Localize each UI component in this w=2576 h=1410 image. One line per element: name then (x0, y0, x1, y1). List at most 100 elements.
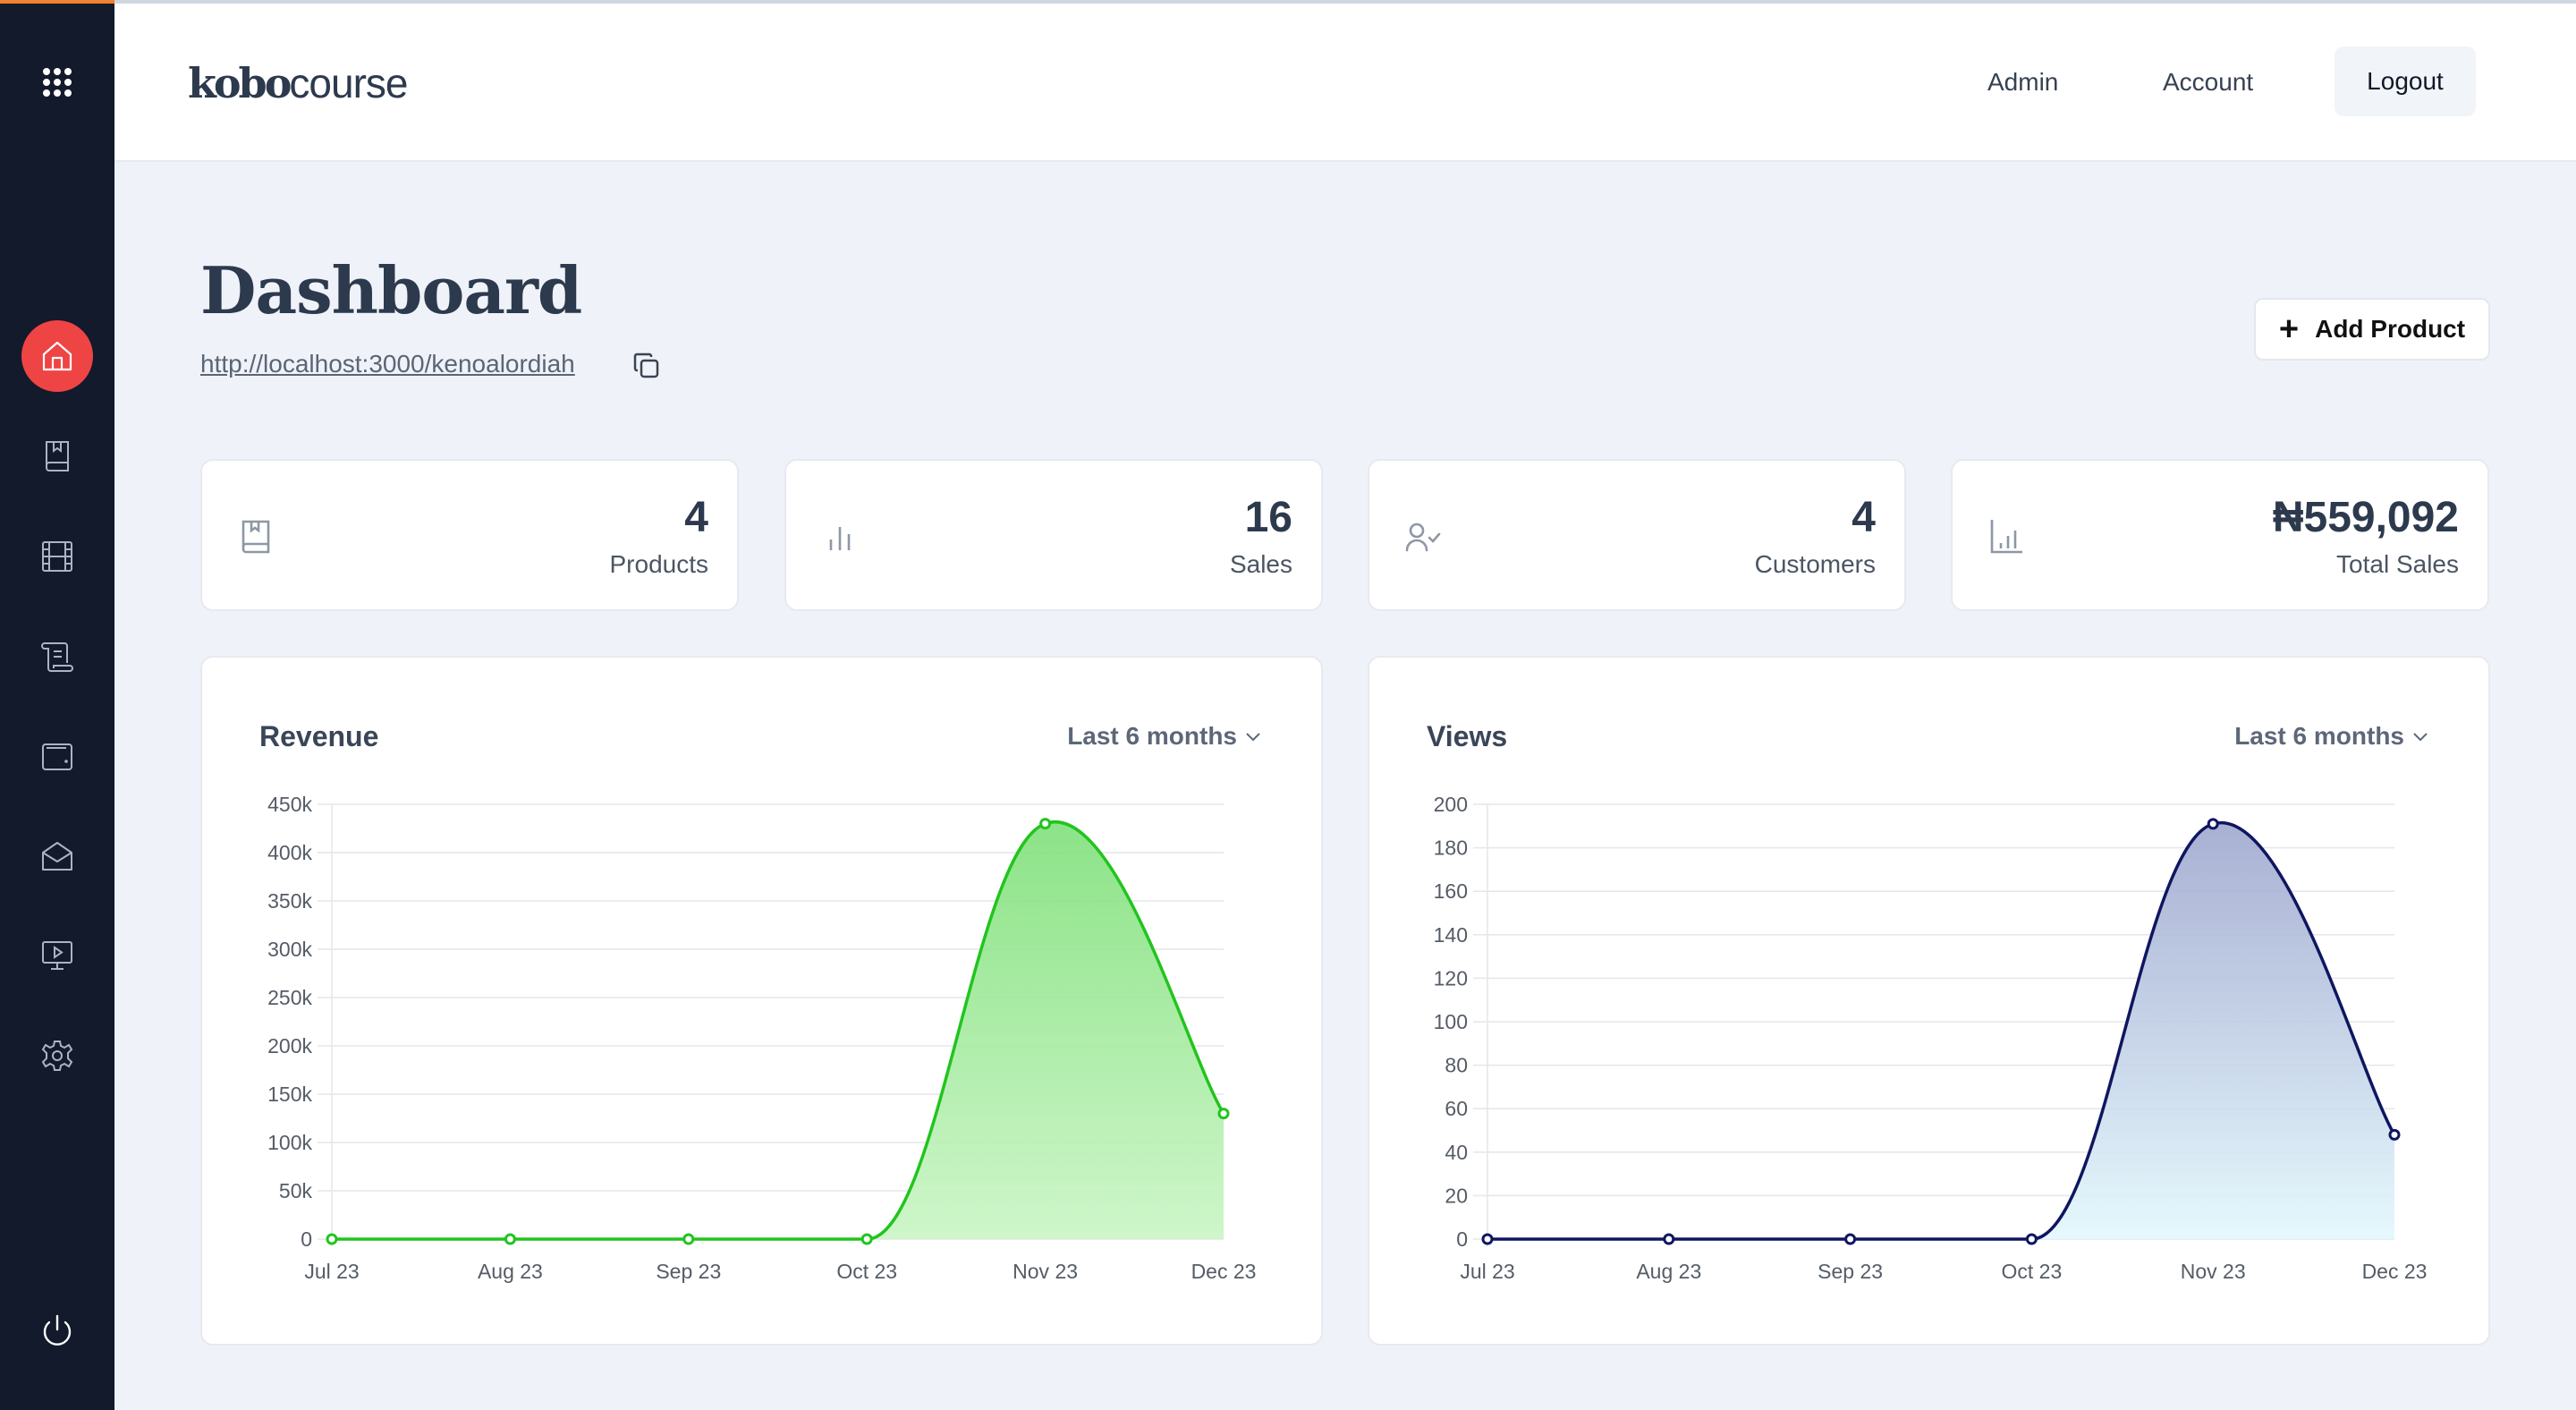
revenue-range-dropdown[interactable]: Last 6 months (1067, 722, 1262, 751)
logout-button[interactable]: Logout (2334, 47, 2476, 116)
grid-icon (43, 68, 72, 97)
y-tick-label: 200k (267, 1034, 312, 1058)
x-tick-label: Dec 23 (1191, 1260, 1257, 1283)
stat-label: Total Sales (2336, 550, 2459, 578)
y-tick-label: 300k (267, 938, 312, 961)
y-tick-label: 60 (1445, 1097, 1468, 1120)
top-header: kobocourse Admin Account Logout (114, 4, 2576, 162)
x-tick-label: Sep 23 (656, 1260, 721, 1283)
y-tick-label: 50k (279, 1179, 313, 1202)
accent-stripe (0, 0, 114, 4)
revenue-chart-card: 0 50k 100k 150k 200k 250k 300k 350k 400k 450k Jul … (200, 656, 1323, 1346)
copy-url-button[interactable] (630, 349, 664, 383)
logo[interactable]: kobocourse (188, 59, 408, 107)
stat-label: Products (609, 550, 709, 578)
chart-title: Views (1427, 720, 1508, 752)
store-url-link[interactable]: http://localhost:3000/kenoalordiah (200, 350, 575, 378)
data-point (682, 1233, 695, 1245)
add-product-button[interactable]: + Add Product (2254, 298, 2490, 361)
x-tick-label: Aug 23 (478, 1260, 543, 1283)
data-point (2388, 1128, 2401, 1141)
x-tick-label: Jul 23 (1460, 1260, 1514, 1283)
y-tick-label: 100 (1434, 1010, 1468, 1033)
data-point (1844, 1233, 1857, 1245)
data-point (1039, 818, 1052, 830)
x-tick-label: Jul 23 (304, 1260, 359, 1283)
sidebar-item-home[interactable] (21, 320, 93, 392)
data-point (326, 1233, 338, 1245)
gear-icon (41, 1041, 73, 1071)
stat-value: 4 (1852, 494, 1876, 541)
y-tick-label: 150k (267, 1083, 312, 1106)
x-tick-label: Nov 23 (1013, 1260, 1078, 1283)
y-tick-label: 140 (1434, 923, 1468, 947)
sidebar (0, 0, 114, 1410)
book-icon (242, 520, 270, 554)
apps-grid-button[interactable] (21, 47, 93, 118)
wallet-icon (42, 743, 72, 770)
y-tick-label: 120 (1434, 966, 1468, 990)
x-tick-label: Oct 23 (836, 1260, 897, 1283)
data-point (504, 1233, 516, 1245)
y-tick-label: 160 (1434, 879, 1468, 903)
y-tick-label: 200 (1434, 793, 1468, 816)
revenue-chart: 0 50k 100k 150k 200k 250k 300k 350k 400k 450k Jul … (267, 793, 1257, 1283)
logo-bold-text: kobo (188, 59, 292, 107)
stat-value: 16 (1244, 494, 1292, 541)
sidebar-item-settings[interactable] (21, 1020, 93, 1091)
stat-card-sales: 16 Sales (784, 459, 1323, 611)
y-tick-label: 250k (267, 986, 312, 1009)
mail-open-icon (42, 842, 72, 871)
nav-admin-link[interactable]: Admin (1987, 68, 2058, 97)
data-point (2025, 1233, 2038, 1245)
page-title: Dashboard (200, 252, 582, 328)
nav-account-link[interactable]: Account (2163, 68, 2253, 97)
sidebar-item-scripts[interactable] (21, 620, 93, 692)
stat-label: Customers (1754, 550, 1876, 578)
data-point (1663, 1233, 1675, 1245)
sidebar-item-products[interactable] (21, 420, 93, 492)
chevron-down-icon (2413, 733, 2428, 742)
stat-value: ₦559,092 (2272, 494, 2459, 541)
y-tick-label: 20 (1445, 1184, 1468, 1207)
power-icon (43, 1314, 72, 1346)
stat-card-total-sales: ₦559,092 Total Sales (1951, 459, 2489, 611)
views-chart: 0 20 40 60 80 100 120 140 160 180 200 Jul 23 Aug 23 S… (1434, 793, 2428, 1283)
y-tick-label: 0 (1456, 1227, 1468, 1251)
y-tick-label: 350k (267, 889, 312, 913)
sidebar-item-wallet[interactable] (21, 720, 93, 792)
y-tick-label: 100k (267, 1131, 312, 1154)
y-tick-label: 400k (267, 841, 312, 864)
x-tick-label: Nov 23 (2181, 1260, 2246, 1283)
range-label: Last 6 months (2234, 722, 2404, 750)
x-tick-label: Sep 23 (1818, 1260, 1883, 1283)
stat-value: 4 (684, 494, 708, 541)
x-tick-label: Oct 23 (2002, 1260, 2063, 1283)
monitor-play-icon (42, 941, 72, 970)
x-tick-label: Aug 23 (1636, 1260, 1701, 1283)
y-tick-label: 80 (1445, 1054, 1468, 1077)
copy-icon (633, 352, 659, 378)
chevron-down-icon (1246, 733, 1260, 742)
x-tick-label: Dec 23 (2362, 1260, 2428, 1283)
area-fill (332, 821, 1224, 1239)
sidebar-item-presentation[interactable] (21, 920, 93, 991)
data-point (1481, 1233, 1494, 1245)
logo-light-text: course (289, 60, 408, 106)
add-product-label: Add Product (2315, 315, 2466, 343)
chart-title: Revenue (259, 720, 379, 752)
scroll-icon (41, 642, 73, 672)
sidebar-logout-button[interactable] (21, 1295, 93, 1367)
views-chart-card: 0 20 40 60 80 100 120 140 160 180 200 Jul 23 Aug 23 S… (1368, 656, 2490, 1346)
range-label: Last 6 months (1067, 722, 1237, 750)
data-point (860, 1233, 873, 1245)
area-fill (1487, 822, 2394, 1239)
data-point (1217, 1108, 1230, 1120)
sidebar-item-mail[interactable] (21, 820, 93, 892)
y-tick-label: 0 (301, 1227, 312, 1251)
views-range-dropdown[interactable]: Last 6 months (2234, 722, 2429, 751)
y-tick-label: 180 (1434, 837, 1468, 860)
y-tick-label: 40 (1445, 1141, 1468, 1164)
sidebar-item-videos[interactable] (21, 521, 93, 592)
stat-label: Sales (1229, 550, 1292, 578)
